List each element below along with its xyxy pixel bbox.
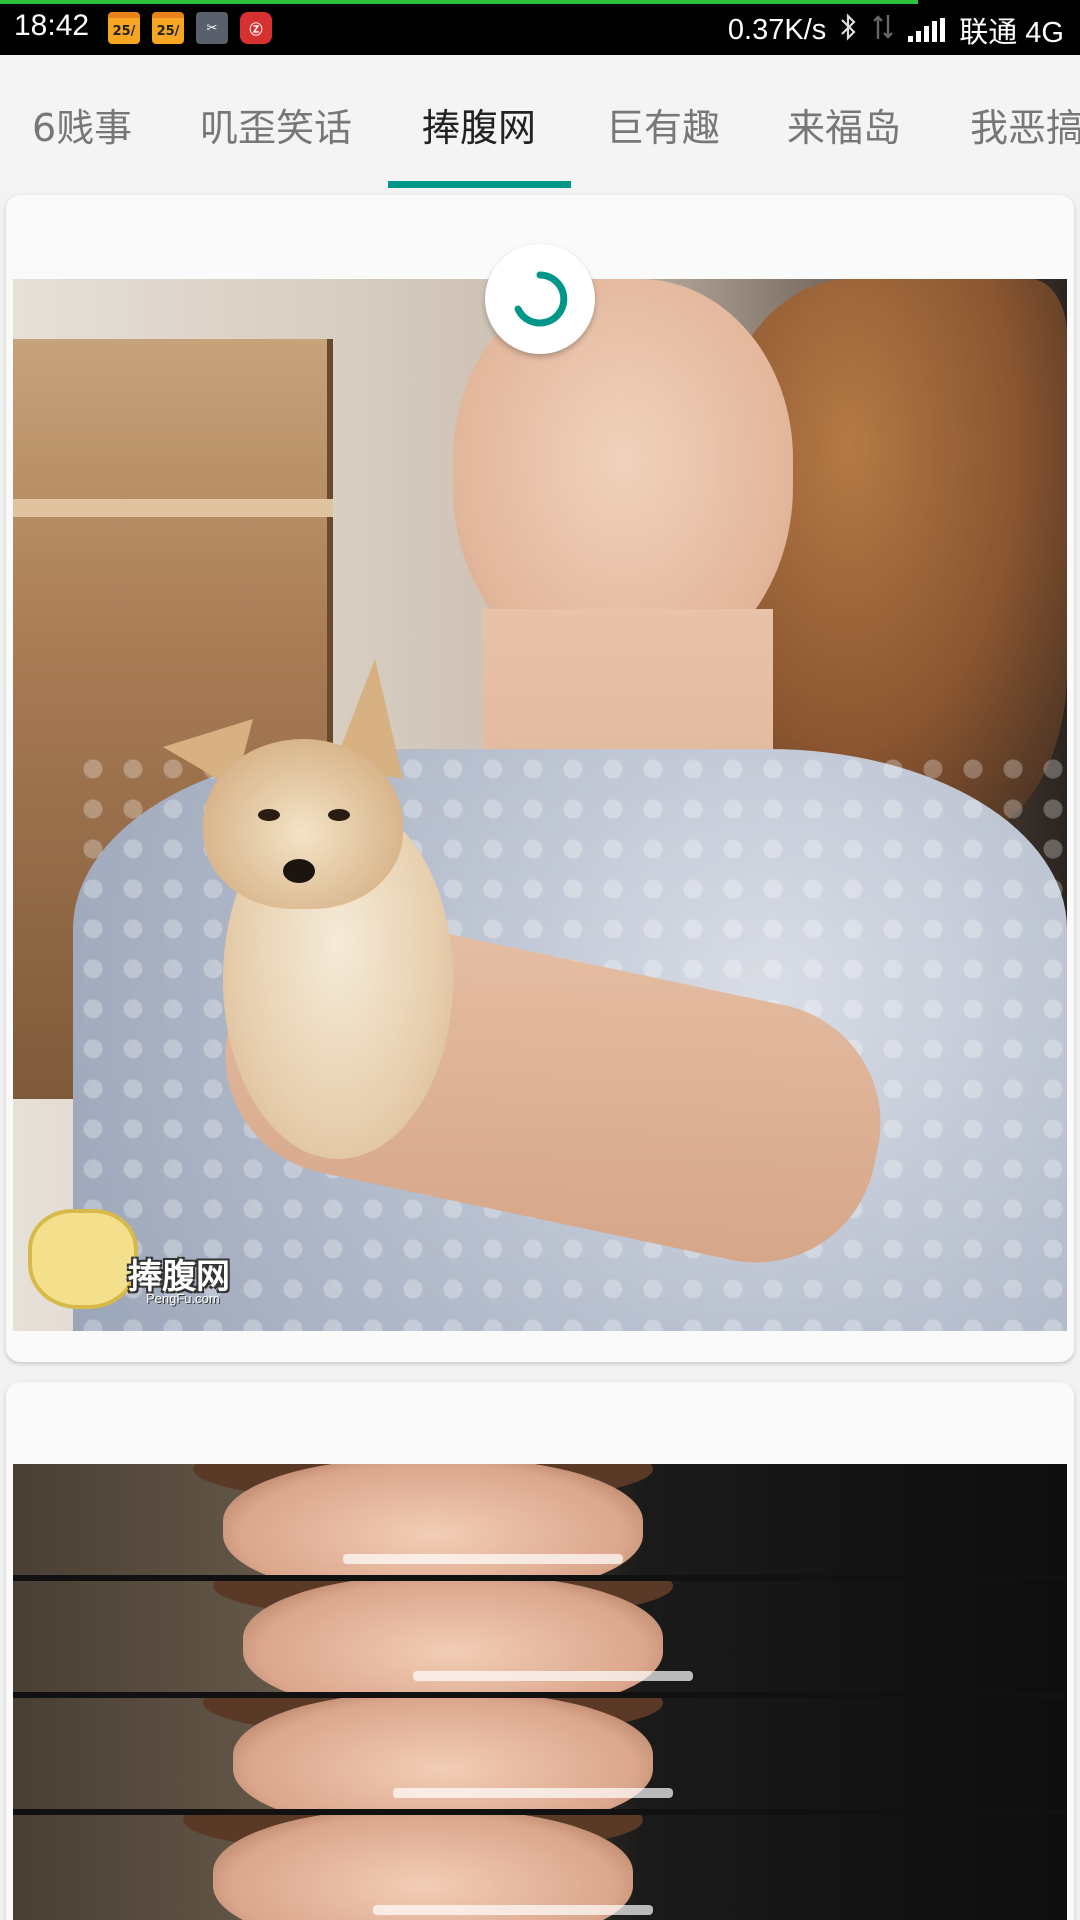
refresh-spinner	[485, 244, 595, 354]
network-speed: 0.37K/s	[727, 13, 827, 46]
cat-logo-icon	[28, 1209, 138, 1309]
video-frame	[13, 1815, 1067, 1920]
status-bar: 18:42 25/ 25/ ✂ Ⓩ 0.37K/s 联通 4G	[0, 0, 1080, 55]
loading-spinner-icon	[514, 271, 568, 327]
notification-icons: 25/ 25/ ✂ Ⓩ	[108, 12, 272, 44]
bluetooth-icon	[840, 12, 858, 48]
page-load-progress-bar	[0, 0, 918, 4]
tab-jiwai-jokes[interactable]: 叽歪笑话	[200, 97, 352, 152]
post-image[interactable]: 捧腹网 PengFu.com	[13, 279, 1067, 1331]
tab-pengfu[interactable]: 捧腹网	[422, 97, 536, 152]
active-tab-indicator	[388, 181, 571, 188]
scissors-app-icon: ✂	[196, 12, 228, 44]
status-time: 18:42	[14, 9, 90, 42]
tab-woegao[interactable]: 我恶搞	[970, 97, 1080, 152]
video-frame	[13, 1698, 1067, 1812]
video-frame	[13, 1581, 1067, 1695]
dog-shape	[163, 659, 503, 1219]
post-image[interactable]	[13, 1464, 1067, 1920]
video-frame	[13, 1464, 1067, 1578]
red-app-icon: Ⓩ	[240, 12, 272, 44]
watermark-logo: 捧腹网 PengFu.com	[28, 1209, 258, 1319]
status-right: 0.37K/s 联通 4G	[728, 9, 1064, 51]
feed-card[interactable]: 捧腹网 PengFu.com	[6, 195, 1074, 1362]
calendar-icon: 25/	[108, 12, 140, 44]
signal-strength-icon	[908, 18, 946, 42]
feed-card[interactable]	[6, 1382, 1074, 1920]
tab-laifudao[interactable]: 来福岛	[787, 97, 901, 152]
calendar-icon: 25/	[152, 12, 184, 44]
carrier-label: 联通 4G	[959, 17, 1064, 49]
data-transfer-icon	[872, 13, 894, 48]
tab-juyouqu[interactable]: 巨有趣	[606, 97, 720, 152]
tab-6jianshi[interactable]: 6贱事	[32, 97, 132, 152]
category-tab-bar: 6贱事 叽歪笑话 捧腹网 巨有趣 来福岛 我恶搞	[0, 55, 1080, 191]
